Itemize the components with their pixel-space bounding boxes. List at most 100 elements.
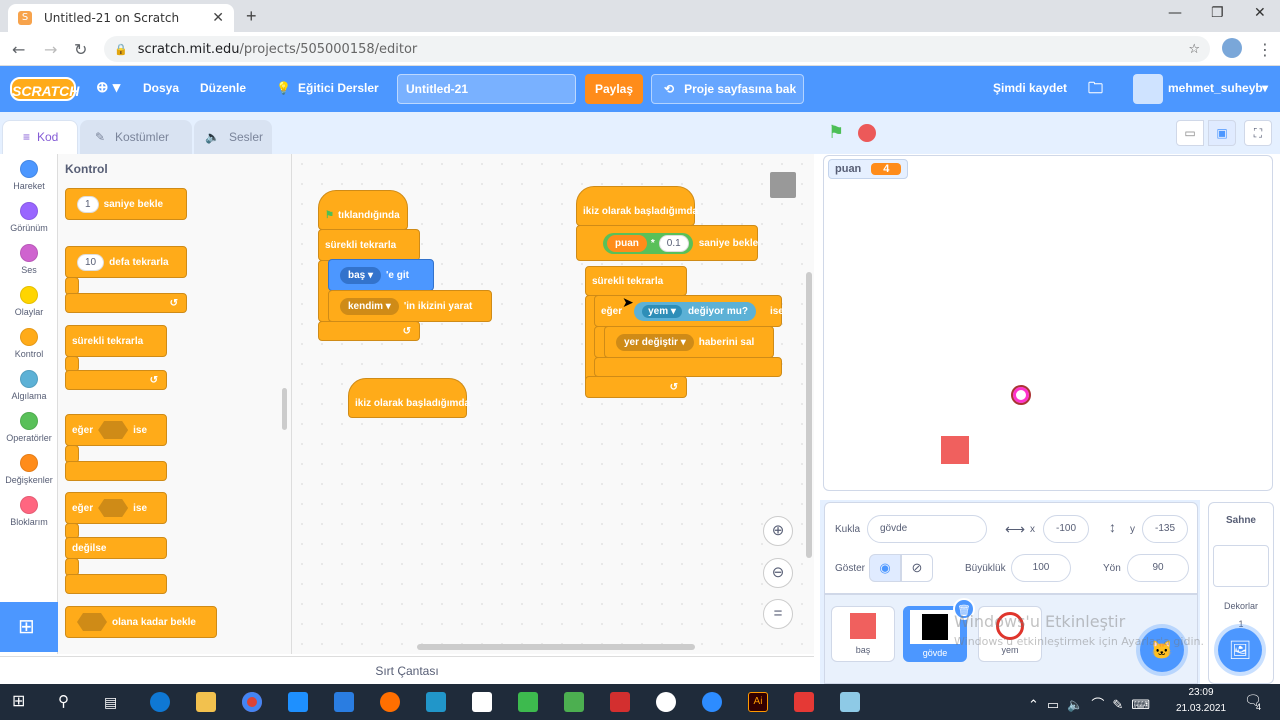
- category-7[interactable]: Değişkenler: [0, 454, 58, 485]
- multiply-operator[interactable]: puan * 0.1: [603, 232, 693, 254]
- repeat-block[interactable]: 10 defa tekrarla: [65, 246, 187, 278]
- task-view-icon[interactable]: ▤: [104, 692, 124, 712]
- browser-tab[interactable]: S Untitled-21 on Scratch ✕: [8, 4, 234, 32]
- app-c-icon[interactable]: [794, 692, 814, 712]
- sprite-name-input[interactable]: gövde: [867, 515, 987, 543]
- maps-icon[interactable]: [564, 692, 584, 712]
- show-visible-icon[interactable]: ◉: [869, 554, 901, 582]
- horizontal-scrollbar[interactable]: [417, 644, 695, 650]
- if-block[interactable]: eğer ise: [65, 414, 167, 446]
- file-explorer-icon[interactable]: [196, 692, 216, 712]
- repeat-number-input[interactable]: 10: [77, 253, 105, 271]
- scratch-logo[interactable]: SCRATCH: [10, 77, 79, 101]
- minimize-icon[interactable]: —: [1168, 5, 1182, 21]
- direction-input[interactable]: 90: [1127, 554, 1189, 582]
- vertical-scrollbar[interactable]: [806, 272, 812, 558]
- firefox-icon[interactable]: [380, 692, 400, 712]
- variable-monitor[interactable]: puan 4: [828, 159, 909, 179]
- category-2[interactable]: Ses: [0, 244, 58, 275]
- sprite-item-bas[interactable]: baş: [831, 606, 895, 662]
- backpack[interactable]: Sırt Çantası: [0, 656, 814, 684]
- tab-costumes[interactable]: ✎ Kostümler: [80, 120, 192, 154]
- zoom-in-icon[interactable]: ⊕: [763, 516, 793, 546]
- goto-block[interactable]: baş ▾ 'e git: [328, 259, 434, 291]
- back-icon[interactable]: ←: [12, 40, 25, 59]
- forever-block-script[interactable]: sürekli tekrarla: [318, 229, 420, 261]
- food-sprite[interactable]: [1011, 385, 1031, 405]
- tutorials-menu[interactable]: Eğitici Dersler: [298, 81, 379, 95]
- hide-icon[interactable]: ⊘: [901, 554, 933, 582]
- if-else-block[interactable]: eğer ise: [65, 492, 167, 524]
- create-clone-block[interactable]: kendim ▾ 'in ikizini yarat: [328, 290, 492, 322]
- globe-icon[interactable]: ⊕ ▾: [96, 78, 120, 96]
- wait-expression-block[interactable]: puan * 0.1 saniye bekle: [576, 225, 758, 261]
- touching-block[interactable]: yem ▾ değiyor mu?: [634, 301, 756, 321]
- small-stage-icon[interactable]: ▭: [1176, 120, 1204, 146]
- clock-time[interactable]: 23:09: [1170, 687, 1232, 698]
- wait-block[interactable]: 1 saniye bekle: [65, 188, 187, 220]
- chevron-down-icon[interactable]: ▾: [1262, 81, 1268, 95]
- score-variable-reporter[interactable]: puan: [607, 234, 647, 252]
- camtasia-icon[interactable]: [518, 692, 538, 712]
- forever-block-2[interactable]: sürekli tekrarla: [585, 266, 687, 296]
- fullscreen-icon[interactable]: ⛶: [1244, 120, 1272, 146]
- tab-code[interactable]: ≡ Kod: [2, 120, 78, 154]
- close-tab-icon[interactable]: ✕: [212, 10, 224, 26]
- close-window-icon[interactable]: ✕: [1254, 5, 1266, 21]
- app-panda-icon[interactable]: [656, 692, 676, 712]
- multiply-number-input[interactable]: 0.1: [658, 234, 689, 252]
- forward-icon[interactable]: →: [44, 40, 57, 59]
- see-project-page-button[interactable]: ⟲ Proje sayfasına bak: [651, 74, 804, 104]
- url-input[interactable]: 🔒 scratch.mit.edu/projects/505000158/edi…: [104, 36, 1210, 62]
- add-extension-button[interactable]: ⊞: [0, 602, 58, 652]
- goto-dropdown[interactable]: baş ▾: [340, 266, 382, 284]
- category-1[interactable]: Görünüm: [0, 202, 58, 233]
- category-3[interactable]: Olaylar: [0, 286, 58, 317]
- store-icon[interactable]: [288, 692, 308, 712]
- stage[interactable]: puan 4: [823, 155, 1273, 491]
- zoom-reset-icon[interactable]: =: [763, 599, 793, 629]
- new-tab-icon[interactable]: +: [246, 6, 257, 27]
- category-4[interactable]: Kontrol: [0, 328, 58, 359]
- mail-icon[interactable]: [334, 692, 354, 712]
- category-6[interactable]: Operatörler: [0, 412, 58, 443]
- head-sprite[interactable]: [941, 436, 969, 464]
- folder-icon[interactable]: 🗀: [1088, 78, 1103, 103]
- edit-menu[interactable]: Düzenle: [200, 81, 246, 95]
- when-start-as-clone-block-2[interactable]: ikiz olarak başladığımda: [576, 186, 698, 226]
- clock-date[interactable]: 21.03.2021: [1170, 703, 1232, 714]
- choose-backdrop-button[interactable]: 🖼: [1218, 628, 1262, 672]
- if-condition-slot[interactable]: [98, 421, 129, 439]
- when-start-as-clone-block[interactable]: ikiz olarak başladığımda: [348, 378, 470, 418]
- tab-sounds[interactable]: 🔈 Sesler: [194, 120, 272, 154]
- category-0[interactable]: Hareket: [0, 160, 58, 191]
- app-record-icon[interactable]: [472, 692, 492, 712]
- app-glass-icon[interactable]: [840, 692, 860, 712]
- windows-start-icon[interactable]: ⊞: [12, 692, 32, 712]
- stop-button[interactable]: [858, 124, 876, 142]
- broadcast-dropdown[interactable]: yer değiştir ▾: [616, 333, 694, 351]
- avatar[interactable]: [1133, 74, 1163, 104]
- profile-icon[interactable]: [1222, 38, 1242, 58]
- broadcast-block[interactable]: yer değiştir ▾ haberini sal: [604, 326, 774, 358]
- illustrator-icon[interactable]: Ai: [748, 692, 768, 712]
- search-icon[interactable]: ⚲: [58, 692, 78, 712]
- category-8[interactable]: Bloklarım: [0, 496, 58, 527]
- bookmark-star-icon[interactable]: ☆: [1188, 42, 1200, 57]
- username[interactable]: mehmet_suheyb: [1168, 81, 1263, 95]
- green-flag-button[interactable]: ⚑: [828, 122, 844, 143]
- reload-icon[interactable]: ↻: [74, 40, 87, 59]
- wait-until-block[interactable]: olana kadar bekle: [65, 606, 217, 638]
- zoom-app-icon[interactable]: [702, 692, 722, 712]
- size-input[interactable]: 100: [1011, 554, 1071, 582]
- script-area[interactable]: ⚑ tıklandığında sürekli tekrarla baş ▾ 'e …: [292, 154, 814, 654]
- palette-scrollbar[interactable]: [282, 388, 287, 430]
- project-title-input[interactable]: Untitled-21: [397, 74, 576, 104]
- share-button[interactable]: Paylaş: [585, 74, 643, 104]
- y-input[interactable]: -135: [1142, 515, 1188, 543]
- app-box-icon[interactable]: [426, 692, 446, 712]
- x-input[interactable]: -100: [1043, 515, 1089, 543]
- file-menu[interactable]: Dosya: [143, 81, 179, 95]
- chrome-icon[interactable]: [242, 692, 262, 712]
- maximize-icon[interactable]: ❐: [1211, 5, 1224, 21]
